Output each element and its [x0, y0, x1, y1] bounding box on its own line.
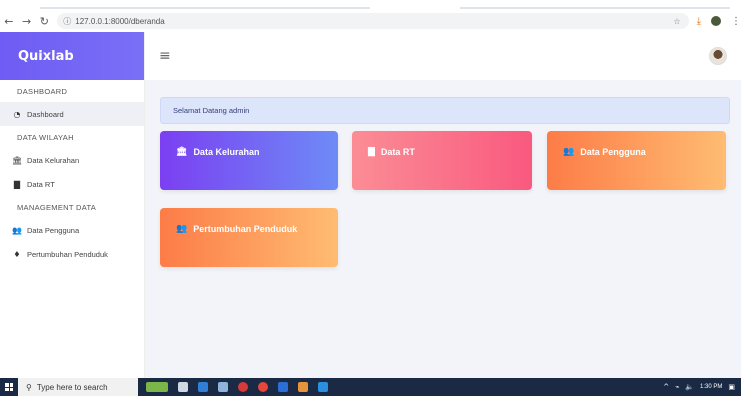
star-icon[interactable]: ☆	[673, 17, 680, 26]
word-icon[interactable]	[278, 382, 288, 392]
volume-icon[interactable]: 🔈	[685, 383, 694, 391]
task-view-icon[interactable]	[178, 382, 188, 392]
browser-tab[interactable]	[460, 7, 730, 9]
sidebar-item-label: Pertumbuhan Penduduk	[27, 249, 108, 259]
sidebar-item-label: Dashboard	[27, 109, 64, 119]
arrow-left-icon[interactable]: ←	[0, 15, 18, 28]
clock-time: 1:30 PM	[700, 383, 723, 390]
app: Quixlab DASHBOARD ◔ Dashboard DATA WILAY…	[0, 32, 741, 378]
sidebar-item-label: Data RT	[27, 179, 55, 189]
welcome-alert: Selamat Datang admin	[160, 97, 730, 124]
notification-icon[interactable]: ▣	[728, 383, 735, 391]
sidebar-item-data-rt[interactable]: ▇ Data RT	[0, 172, 144, 196]
sidebar-item-label: Data Pengguna	[27, 225, 80, 235]
opera-icon[interactable]	[238, 382, 248, 392]
search-icon: ⚲	[26, 382, 32, 392]
arrow-right-icon[interactable]: →	[18, 15, 36, 28]
search-placeholder: Type here to search	[36, 382, 108, 392]
browser-tabstrip	[0, 0, 741, 10]
brand-logo[interactable]: Quixlab	[0, 32, 144, 80]
chevron-up-icon[interactable]: ^	[663, 383, 669, 391]
chrome-icon[interactable]	[258, 382, 268, 392]
main-content: ≡ Selamat Datang admin 🏛 Data Kelurahan …	[145, 32, 741, 378]
menu-kebab-icon[interactable]: ⋮	[731, 16, 741, 27]
url-text: 127.0.0.1:8000/dberanda	[75, 16, 165, 26]
users-icon: 👥	[563, 147, 575, 157]
windows-icon	[5, 383, 13, 391]
building-icon: 🏛	[176, 147, 188, 157]
dashboard-icon: ◔	[13, 109, 21, 119]
top-navbar: ≡	[145, 32, 741, 80]
sidebar-item-label: Data Kelurahan	[27, 155, 80, 165]
address-bar[interactable]: ⓘ 127.0.0.1:8000/dberanda ☆	[57, 13, 689, 29]
welcome-text: Selamat Datang admin	[173, 106, 250, 115]
clock[interactable]: 1:30 PM	[700, 384, 722, 391]
card-pertumbuhan-penduduk[interactable]: 👥 Pertumbuhan Penduduk	[160, 208, 338, 267]
card-data-kelurahan[interactable]: 🏛 Data Kelurahan	[160, 131, 338, 190]
sidebar-item-data-pengguna[interactable]: 👥 Data Pengguna	[0, 218, 144, 242]
browser-tab[interactable]	[40, 7, 370, 9]
users-icon: 👥	[176, 224, 188, 234]
os-taskbar: ⚲ Type here to search ^ ⌁ 🔈 1:30 PM ▣	[0, 378, 741, 396]
sidebar-item-data-kelurahan[interactable]: 🏛 Data Kelurahan	[0, 148, 144, 172]
system-tray: ^ ⌁ 🔈 1:30 PM ▣	[663, 383, 741, 391]
windows-start-button[interactable]	[0, 378, 18, 396]
network-icon[interactable]: ⌁	[675, 383, 679, 391]
user-avatar[interactable]	[709, 47, 727, 65]
reload-icon[interactable]: ↻	[36, 15, 54, 28]
card-label: Pertumbuhan Penduduk	[193, 224, 298, 234]
weather-icon[interactable]	[146, 382, 168, 392]
hamburger-menu-icon[interactable]: ≡	[159, 48, 171, 64]
card-label: Data Kelurahan	[193, 147, 260, 157]
person-icon: ♦	[13, 249, 21, 259]
card-data-rt[interactable]: ▇ Data RT	[352, 131, 532, 190]
document-icon: ▇	[368, 147, 375, 157]
sidebar-item-pertumbuhan-penduduk[interactable]: ♦ Pertumbuhan Penduduk	[0, 242, 144, 266]
brand-name: Quixlab	[18, 48, 74, 64]
card-data-pengguna[interactable]: 👥 Data Pengguna	[547, 131, 726, 190]
sidebar: Quixlab DASHBOARD ◔ Dashboard DATA WILAY…	[0, 32, 145, 378]
profile-avatar[interactable]	[710, 16, 721, 26]
sidebar-section-data-wilayah: DATA WILAYAH	[17, 132, 74, 142]
document-icon: ▇	[13, 179, 21, 189]
sublime-icon[interactable]	[298, 382, 308, 392]
sidebar-item-dashboard[interactable]: ◔ Dashboard	[0, 102, 144, 126]
mail-icon[interactable]	[198, 382, 208, 392]
browser-toolbar: ← → ↻ ⓘ 127.0.0.1:8000/dberanda ☆ ⤓ ⋮	[0, 10, 741, 32]
card-label: Data Pengguna	[580, 147, 646, 157]
building-icon: 🏛	[12, 155, 23, 165]
card-label: Data RT	[380, 147, 415, 157]
app-icon[interactable]	[218, 382, 228, 392]
sidebar-section-management-data: MANAGEMENT DATA	[17, 202, 97, 212]
vscode-icon[interactable]	[318, 382, 328, 392]
download-icon[interactable]: ⤓	[697, 16, 701, 27]
sidebar-section-dashboard: DASHBOARD	[17, 86, 68, 96]
users-icon: 👥	[12, 225, 22, 235]
taskbar-search-input[interactable]: ⚲ Type here to search	[18, 378, 138, 396]
info-icon[interactable]: ⓘ	[63, 16, 71, 27]
